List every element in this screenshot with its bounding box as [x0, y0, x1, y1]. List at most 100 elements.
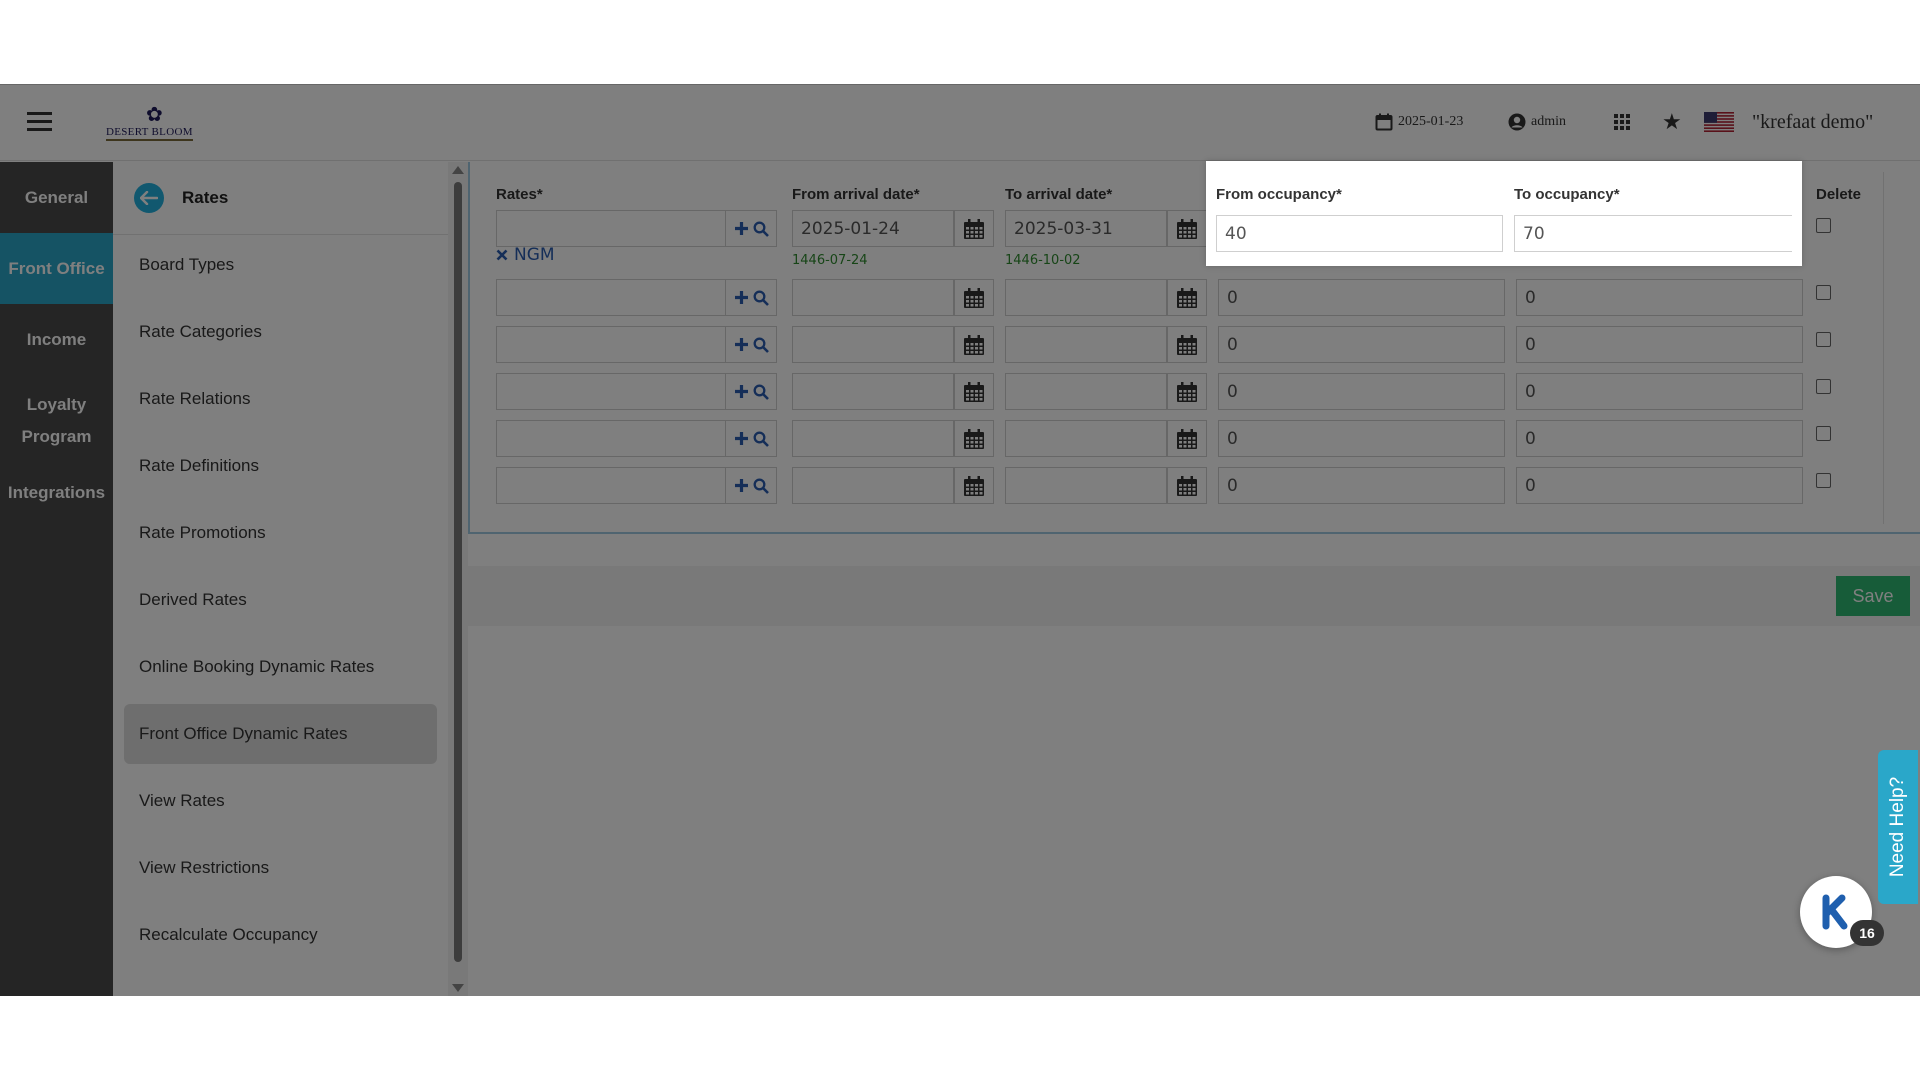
submenu-item-rate-relations[interactable]: Rate Relations — [124, 369, 437, 429]
rate-input[interactable] — [496, 279, 726, 316]
rate-input[interactable] — [496, 373, 726, 410]
search-icon[interactable] — [753, 478, 769, 494]
add-plus-icon[interactable] — [734, 431, 749, 446]
to-arrival-date-input[interactable]: 2025-03-31 — [1005, 210, 1167, 247]
save-button[interactable]: Save — [1836, 576, 1910, 616]
from-arrival-date-input[interactable] — [792, 467, 954, 504]
calendar-picker-icon[interactable] — [954, 373, 994, 410]
from-occupancy-input[interactable]: 0 — [1218, 467, 1505, 504]
scroll-down-icon[interactable] — [452, 984, 464, 992]
rate-actions[interactable] — [726, 420, 777, 457]
from-occupancy-input[interactable]: 40 — [1216, 215, 1503, 252]
nav-item-integrations[interactable]: Integrations — [0, 467, 113, 519]
calendar-picker-icon[interactable] — [1167, 467, 1207, 504]
add-plus-icon[interactable] — [734, 290, 749, 305]
search-icon[interactable] — [753, 431, 769, 447]
submenu-scrollbar[interactable] — [448, 162, 468, 996]
nav-item-general[interactable]: General — [0, 162, 113, 233]
calendar-picker-icon[interactable] — [954, 279, 994, 316]
calendar-picker-icon[interactable] — [1167, 210, 1207, 247]
to-occupancy-input[interactable]: 0 — [1516, 279, 1803, 316]
calendar-picker-icon[interactable] — [954, 210, 994, 247]
search-icon[interactable] — [753, 290, 769, 306]
delete-checkbox[interactable] — [1816, 285, 1831, 300]
from-arrival-date-input[interactable] — [792, 420, 954, 457]
search-icon[interactable] — [753, 337, 769, 353]
to-arrival-date-input[interactable] — [1005, 279, 1167, 316]
to-occupancy-input[interactable]: 70 — [1514, 215, 1792, 252]
scroll-up-icon[interactable] — [452, 166, 464, 174]
to-arrival-date-input[interactable] — [1005, 326, 1167, 363]
delete-checkbox[interactable] — [1816, 473, 1831, 488]
submenu-item-rate-promotions[interactable]: Rate Promotions — [124, 503, 437, 563]
submenu-item-view-rates[interactable]: View Rates — [124, 771, 437, 831]
submenu-item-recalculate-occupancy[interactable]: Recalculate Occupancy — [124, 905, 437, 965]
hamburger-menu-icon[interactable] — [27, 112, 52, 132]
add-plus-icon[interactable] — [734, 221, 749, 236]
rate-tag-ngm[interactable]: NGM — [496, 245, 555, 265]
to-occupancy-input[interactable]: 0 — [1516, 467, 1803, 504]
delete-checkbox[interactable] — [1816, 218, 1831, 233]
from-occupancy-input[interactable]: 0 — [1218, 279, 1505, 316]
submenu-item-view-restrictions[interactable]: View Restrictions — [124, 838, 437, 898]
search-icon[interactable] — [753, 221, 769, 237]
submenu-item-online-booking-dynamic-rates[interactable]: Online Booking Dynamic Rates — [124, 637, 437, 697]
submenu-item-board-types[interactable]: Board Types — [124, 235, 437, 295]
nav-item-front-office[interactable]: Front Office — [0, 233, 113, 304]
calendar-picker-icon[interactable] — [954, 467, 994, 504]
to-arrival-date-input[interactable] — [1005, 420, 1167, 457]
submenu-item-rate-categories[interactable]: Rate Categories — [124, 302, 437, 362]
rate-input[interactable] — [496, 326, 726, 363]
need-help-tab[interactable]: Need Help? — [1878, 750, 1918, 904]
back-arrow-icon[interactable] — [134, 183, 164, 213]
from-arrival-date-input[interactable] — [792, 373, 954, 410]
from-arrival-date-input[interactable]: 2025-01-24 — [792, 210, 954, 247]
rate-input[interactable] — [496, 420, 726, 457]
from-arrival-date-input[interactable] — [792, 279, 954, 316]
favorites-star-icon[interactable]: ★ — [1662, 107, 1682, 137]
us-flag-icon[interactable] — [1704, 107, 1739, 137]
rate-actions[interactable] — [726, 467, 777, 504]
from-occupancy-input[interactable]: 0 — [1218, 326, 1505, 363]
company-name[interactable]: "krefaat demo" — [1752, 107, 1873, 137]
apps-grid-icon[interactable] — [1614, 107, 1635, 137]
calendar-picker-icon[interactable] — [1167, 279, 1207, 316]
to-arrival-date-input[interactable] — [1005, 467, 1167, 504]
submenu-item-derived-rates[interactable]: Derived Rates — [124, 570, 437, 630]
delete-checkbox[interactable] — [1816, 426, 1831, 441]
from-occupancy-input[interactable]: 0 — [1218, 420, 1505, 457]
to-occupancy-input[interactable]: 0 — [1516, 420, 1803, 457]
scrollbar-thumb[interactable] — [454, 182, 462, 962]
submenu-item-front-office-dynamic-rates[interactable]: Front Office Dynamic Rates — [124, 704, 437, 764]
calendar-picker-icon[interactable] — [954, 326, 994, 363]
delete-checkbox[interactable] — [1816, 379, 1831, 394]
rate-actions[interactable] — [726, 326, 777, 363]
rate-input[interactable] — [496, 210, 726, 247]
company-logo[interactable]: ✿ DESERT BLOOM — [88, 105, 228, 143]
search-icon[interactable] — [753, 384, 769, 400]
from-occupancy-input[interactable]: 0 — [1218, 373, 1505, 410]
current-date-text: 2025-01-23 — [1398, 114, 1464, 129]
to-arrival-date-input[interactable] — [1005, 373, 1167, 410]
rate-actions[interactable] — [726, 373, 777, 410]
from-arrival-date-input[interactable] — [792, 326, 954, 363]
submenu-item-rate-definitions[interactable]: Rate Definitions — [124, 436, 437, 496]
to-occupancy-input[interactable]: 0 — [1516, 326, 1803, 363]
rate-actions[interactable] — [726, 279, 777, 316]
calendar-picker-icon[interactable] — [1167, 326, 1207, 363]
add-plus-icon[interactable] — [734, 337, 749, 352]
add-plus-icon[interactable] — [734, 384, 749, 399]
nav-item-loyalty-program[interactable]: Loyalty Program — [0, 375, 113, 467]
nav-item-income[interactable]: Income — [0, 304, 113, 375]
delete-checkbox[interactable] — [1816, 332, 1831, 347]
to-occupancy-input[interactable]: 0 — [1516, 373, 1803, 410]
current-date[interactable]: 2025-01-23 — [1375, 107, 1463, 137]
user-menu[interactable]: admin — [1508, 107, 1566, 137]
calendar-picker-icon[interactable] — [1167, 420, 1207, 457]
calendar-picker-icon[interactable] — [954, 420, 994, 457]
calendar-picker-icon[interactable] — [1167, 373, 1207, 410]
rate-input[interactable] — [496, 467, 726, 504]
rate-actions[interactable] — [726, 210, 777, 247]
remove-tag-icon[interactable] — [496, 249, 508, 261]
add-plus-icon[interactable] — [734, 478, 749, 493]
